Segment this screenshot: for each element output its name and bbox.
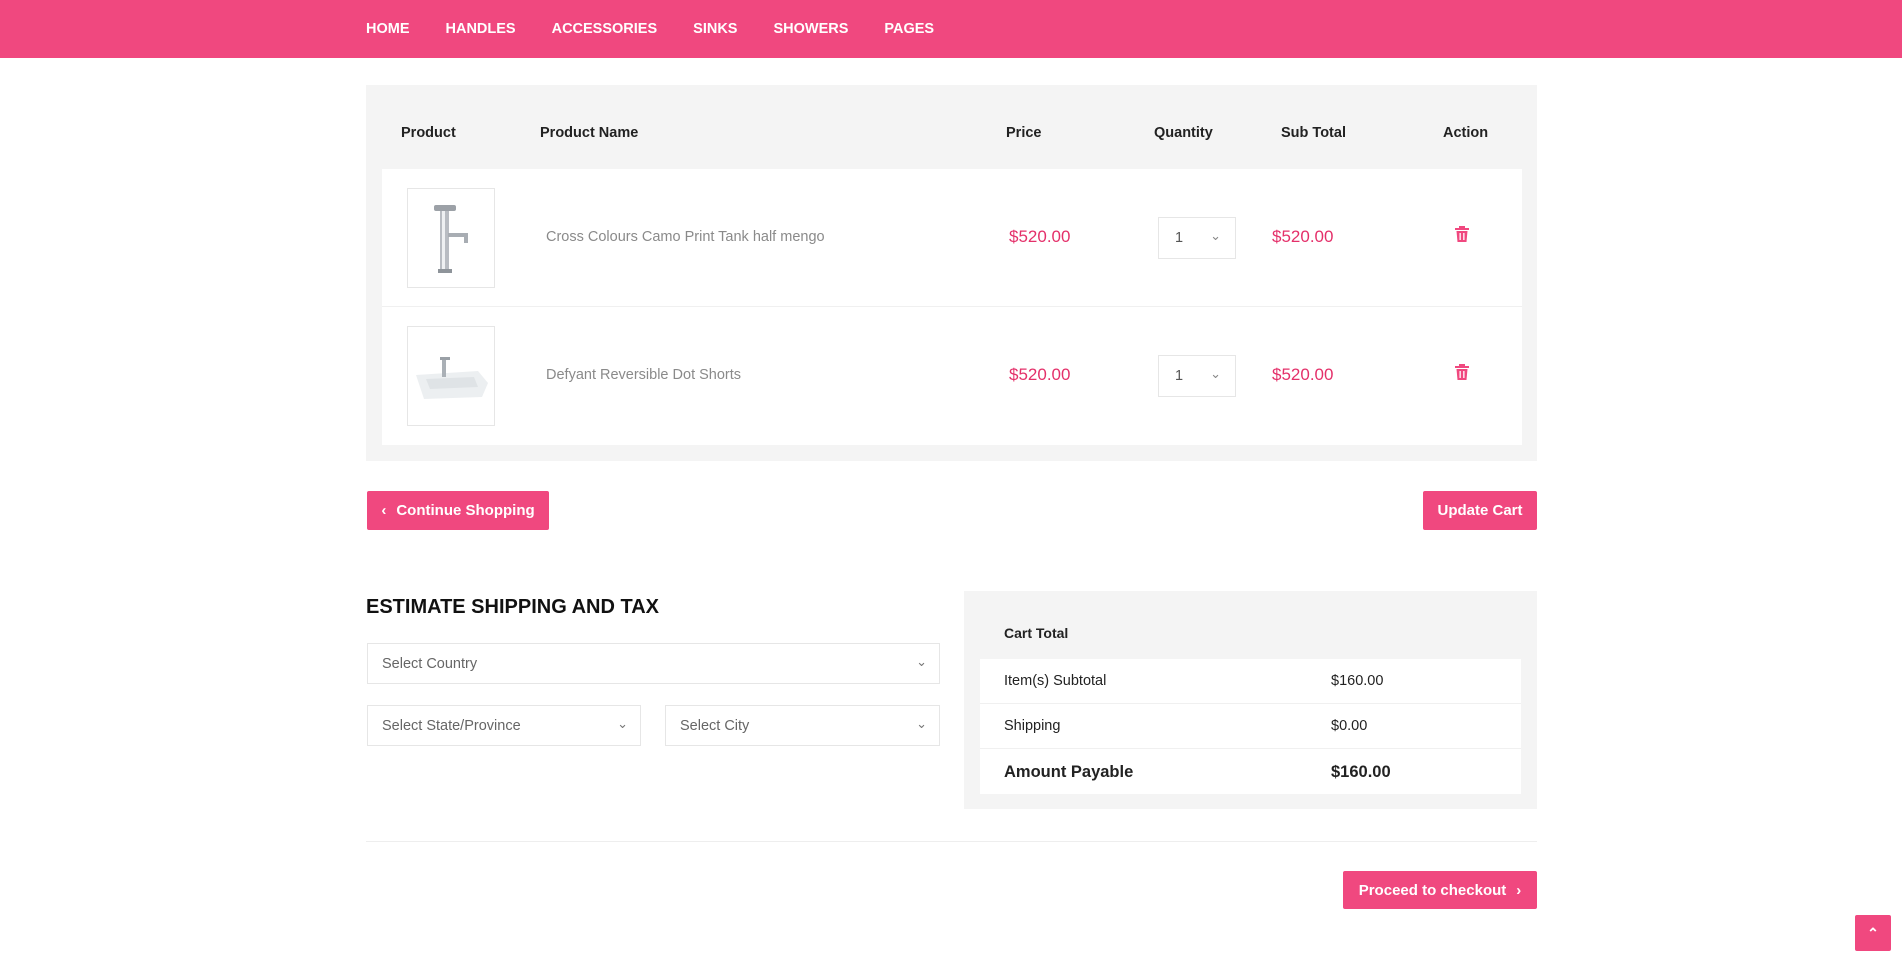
state-placeholder: Select State/Province: [382, 718, 521, 734]
state-select[interactable]: Select State/Province ⌄: [367, 705, 641, 746]
trash-icon[interactable]: [1455, 226, 1469, 242]
subtotal-row: Item(s) Subtotal $160.00: [980, 659, 1521, 704]
chevron-down-icon: ⌄: [1210, 228, 1221, 243]
checkout-label: Proceed to checkout: [1358, 881, 1507, 899]
header-price: Price: [1006, 125, 1042, 141]
nav-handles[interactable]: HANDLES: [446, 21, 516, 37]
quantity-value: 1: [1175, 230, 1184, 246]
header-product-name: Product Name: [540, 125, 639, 141]
shipping-title: ESTIMATE SHIPPING AND TAX: [366, 596, 659, 618]
header-action: Action: [1443, 125, 1489, 141]
product-name[interactable]: Cross Colours Camo Print Tank half mengo: [546, 229, 825, 245]
country-select[interactable]: Select Country ⌄: [367, 643, 940, 684]
product-subtotal: $520.00: [1272, 365, 1334, 384]
divider: [366, 841, 1537, 842]
chevron-up-icon: ⌃: [1867, 924, 1879, 941]
chevron-down-icon: ⌄: [617, 716, 628, 731]
chevron-left-icon: ‹: [381, 502, 387, 519]
cart-total-title: Cart Total: [1004, 625, 1069, 641]
header-quantity: Quantity: [1154, 125, 1213, 141]
cart-table: Product Product Name Price Quantity Sub …: [366, 85, 1537, 461]
city-select[interactable]: Select City ⌄: [665, 705, 940, 746]
table-row: Defyant Reversible Dot Shorts $520.00 1 ⌄…: [382, 307, 1522, 445]
top-nav: HOME HANDLES ACCESSORIES SINKS SHOWERS P…: [0, 0, 1902, 58]
shipping-row: Shipping $0.00: [980, 704, 1521, 749]
product-image-faucet[interactable]: [407, 188, 495, 288]
proceed-checkout-button[interactable]: Proceed to checkout ›: [1343, 871, 1537, 909]
amount-payable-value: $160.00: [1331, 763, 1391, 781]
product-price: $520.00: [1009, 227, 1071, 246]
continue-shopping-button[interactable]: ‹ Continue Shopping: [367, 491, 549, 530]
nav-showers[interactable]: SHOWERS: [773, 21, 848, 37]
subtotal-value: $160.00: [1331, 673, 1384, 689]
chevron-down-icon: ⌄: [1210, 366, 1221, 381]
city-placeholder: Select City: [680, 718, 750, 734]
back-to-top-button[interactable]: ⌃: [1855, 915, 1891, 951]
header-product: Product: [401, 125, 456, 141]
shipping-label: Shipping: [1004, 718, 1061, 734]
product-subtotal: $520.00: [1272, 227, 1334, 246]
nav-pages[interactable]: PAGES: [884, 21, 934, 37]
chevron-down-icon: ⌄: [916, 716, 927, 731]
cart-total-panel: Cart Total Item(s) Subtotal $160.00 Shipp…: [964, 591, 1537, 809]
product-price: $520.00: [1009, 365, 1071, 384]
shipping-value: $0.00: [1331, 718, 1368, 734]
quantity-select[interactable]: 1 ⌄: [1158, 217, 1236, 259]
amount-payable-row: Amount Payable $160.00: [980, 749, 1521, 794]
update-cart-button[interactable]: Update Cart: [1423, 491, 1537, 530]
quantity-select[interactable]: 1 ⌄: [1158, 355, 1236, 397]
nav-sinks[interactable]: SINKS: [693, 21, 737, 37]
continue-shopping-label: Continue Shopping: [396, 502, 535, 519]
nav-accessories[interactable]: ACCESSORIES: [552, 21, 658, 37]
subtotal-label: Item(s) Subtotal: [1004, 673, 1107, 689]
quantity-value: 1: [1175, 368, 1184, 384]
product-image-sink[interactable]: [407, 326, 495, 426]
product-name[interactable]: Defyant Reversible Dot Shorts: [546, 367, 741, 383]
chevron-down-icon: ⌄: [916, 654, 927, 669]
country-placeholder: Select Country: [382, 656, 478, 672]
nav-home[interactable]: HOME: [366, 21, 410, 37]
table-row: Cross Colours Camo Print Tank half mengo…: [382, 169, 1522, 307]
trash-icon[interactable]: [1455, 364, 1469, 380]
amount-payable-label: Amount Payable: [1004, 763, 1134, 781]
chevron-right-icon: ›: [1516, 881, 1522, 899]
header-subtotal: Sub Total: [1281, 125, 1346, 141]
